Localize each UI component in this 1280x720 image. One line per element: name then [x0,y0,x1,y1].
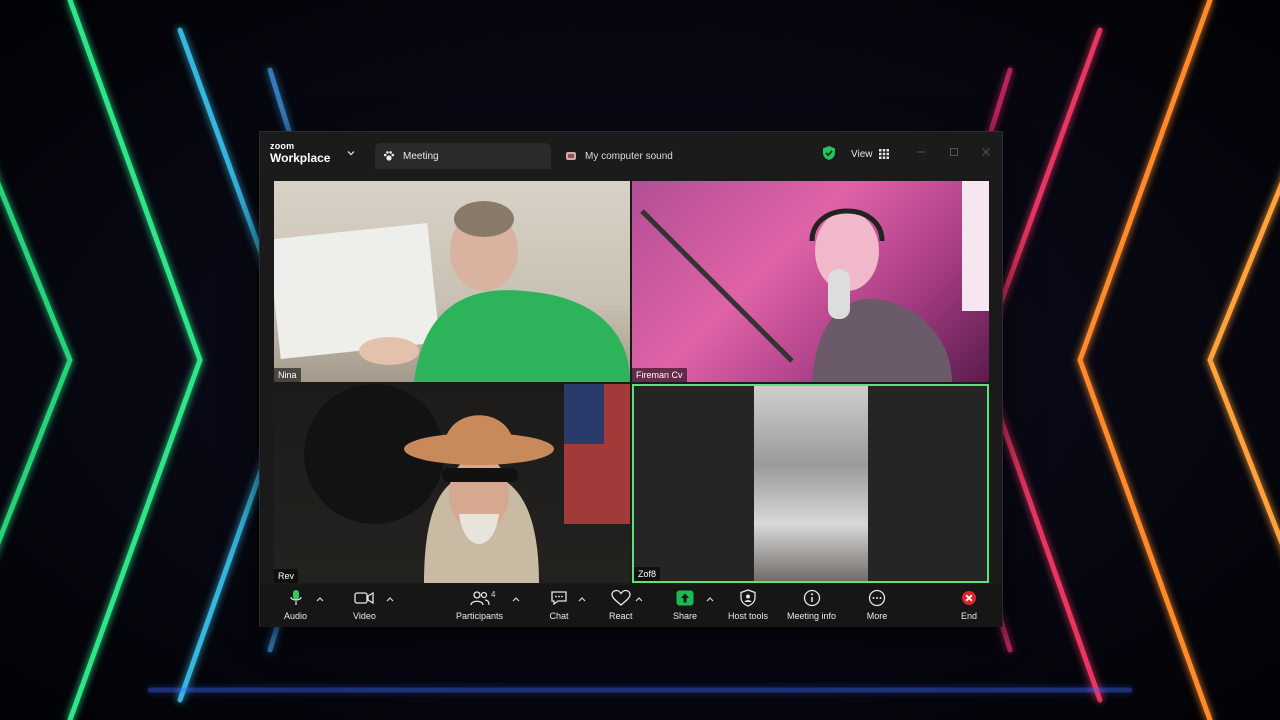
participant-name-label: Rev [274,569,299,583]
heart-icon [611,589,631,606]
zoom-workplace-logo[interactable]: zoom Workplace [270,141,331,165]
tab-sound-label: My computer sound [585,150,673,162]
participants-options-caret-icon[interactable] [512,596,520,602]
participant-video-feed [640,181,989,382]
host-tools-label: Host tools [728,611,769,621]
participants-button[interactable]: Participants [456,588,503,621]
video-tile-nina[interactable]: Nina [274,181,630,382]
tab-my-computer-sound[interactable]: My computer sound [565,143,673,169]
grid-icon [878,149,889,159]
microphone-icon [289,590,302,605]
brand-workplace-text: Workplace [270,151,331,165]
video-button[interactable]: Video [353,588,376,621]
more-button[interactable]: More [866,588,888,621]
tab-meeting[interactable]: Meeting [375,143,551,169]
minimize-icon[interactable] [915,146,927,158]
meeting-controls-toolbar: Audio Video Participants 4 Chat React Sh… [260,585,1002,627]
end-call-icon [962,591,976,605]
more-label: More [866,611,888,621]
chat-bubble-icon [551,591,567,606]
close-icon[interactable] [980,146,992,158]
share-options-caret-icon[interactable] [706,596,714,602]
meeting-info-button[interactable]: Meeting info [787,588,836,621]
participants-icon [469,591,490,606]
tab-meeting-label: Meeting [403,150,439,162]
share-button[interactable]: Share [673,588,697,621]
brand-zoom-text: zoom [270,141,295,151]
participant-video-feed [274,201,630,382]
chat-label: Chat [549,611,569,621]
video-tile-rev[interactable]: Rev [274,384,630,583]
meeting-info-label: Meeting info [787,611,837,621]
video-grid: Nina Fireman Cv Rev Zof8 [274,181,990,585]
zoom-meeting-window: zoom Workplace Meeting My computer sound [259,131,1003,627]
view-label: View [851,148,873,160]
video-options-caret-icon[interactable] [386,596,394,602]
chat-button[interactable]: Chat [548,588,570,621]
participants-count-badge: 4 [491,590,496,599]
audio-label: Audio [284,611,308,621]
paw-icon [383,151,395,161]
info-icon [803,589,820,607]
audio-options-caret-icon[interactable] [316,596,324,602]
share-arrow-icon [676,590,694,606]
video-tile-zof8-active-speaker[interactable]: Zof8 [632,384,989,583]
more-dots-icon [868,589,886,607]
audio-button[interactable]: Audio [284,588,307,621]
participant-name-label: Fireman Cv [632,368,687,382]
view-button[interactable]: View [845,144,895,164]
host-tools-button[interactable]: Host tools [728,588,768,621]
participant-name-label: Zof8 [634,567,661,581]
end-meeting-button[interactable]: End [958,588,980,621]
title-bar: zoom Workplace Meeting My computer sound [260,132,1002,178]
end-label: End [960,611,977,621]
computer-sound-icon [566,152,576,160]
participants-label: Participants [456,611,504,621]
participant-video-feed [304,384,630,583]
host-shield-icon [740,589,756,607]
video-tile-fireman-cv[interactable]: Fireman Cv [632,181,989,382]
video-label: Video [353,611,376,621]
maximize-icon[interactable] [948,146,960,158]
chevron-down-icon[interactable] [346,148,356,158]
react-options-caret-icon[interactable] [635,596,643,602]
share-label: Share [673,611,698,621]
participant-name-label: Nina [274,368,301,382]
chat-options-caret-icon[interactable] [578,596,586,602]
react-button[interactable]: React [609,588,633,621]
video-camera-icon [354,591,375,605]
encryption-shield-icon[interactable] [822,145,836,161]
participant-video-feed [754,386,868,581]
react-label: React [609,611,633,621]
